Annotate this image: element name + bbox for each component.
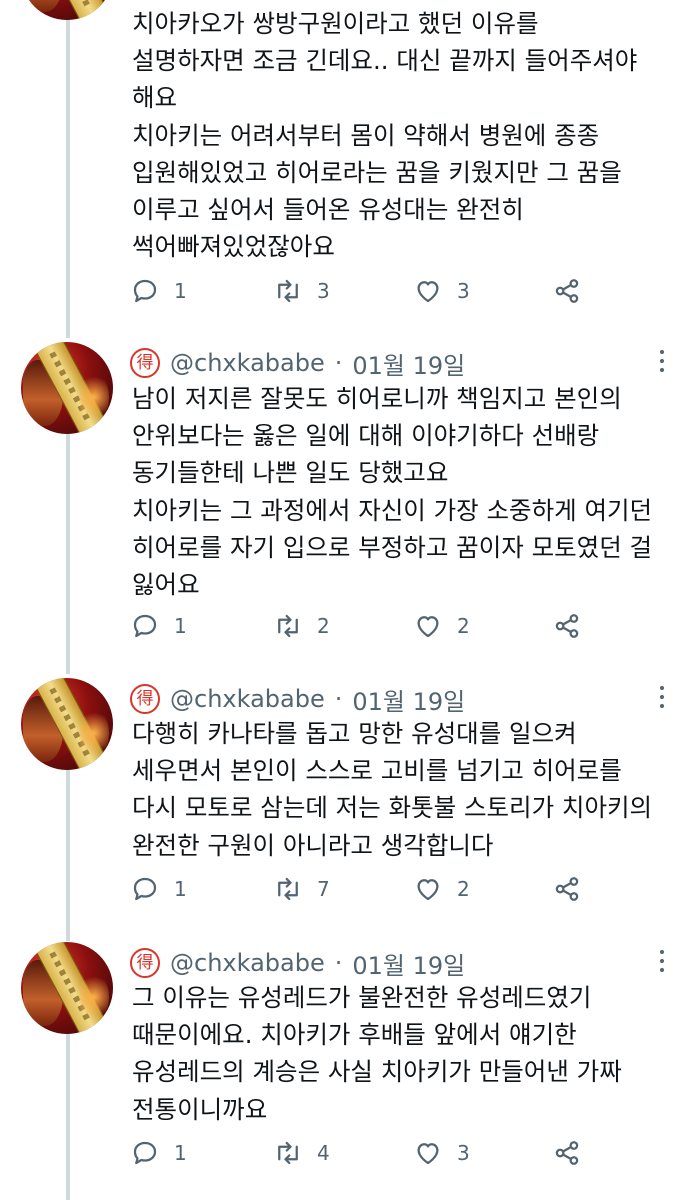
share-nodes-icon [555,877,579,901]
like-button[interactable]: 2 [413,871,470,907]
share-button[interactable] [552,871,582,907]
tweet-line: 세우면서 본인이 스스로 고비를 넘기고 히어로를 [132,756,622,786]
tweet-actions: 1 3 3 [130,273,600,309]
reply-button[interactable]: 1 [130,608,187,644]
retweet-arrows-icon [278,614,298,638]
retweet-arrows-icon [278,877,298,901]
share-nodes-icon [555,279,579,303]
share-button[interactable] [552,608,582,644]
tweet-line: 설명하자면 조금 긴데요.. 대신 끝까지 들어주셔야 [132,46,638,76]
tweet-line: 치아키는 어려서부터 몸이 약해서 병원에 종종 [132,120,600,150]
retweet-count: 4 [317,1141,330,1165]
like-count: 3 [457,279,470,303]
share-nodes-icon [555,614,579,638]
user-handle[interactable]: @chxkababe [170,949,325,977]
tweet-line: 히어로를 자기 입으로 부정하고 꿈이자 모토였던 걸 [132,532,653,562]
separator: · [334,949,343,977]
user-handle[interactable]: @chxkababe [170,685,325,713]
retweet-button[interactable]: 3 [273,273,330,309]
tweet-line: 완전한 구원이 아니라고 생각합니다 [132,830,494,860]
tweet-header: 得 @chxkababe · 01월 19일 [130,345,465,381]
reply-count: 1 [174,279,187,303]
like-count: 3 [457,1141,470,1165]
tweet-text: 그 이유는 유성레드가 불완전한 유성레드였기 때문이에요. 치아키가 후배들 … [132,979,682,1128]
tweet-date[interactable]: 01월 19일 [352,346,465,381]
tweet-line: 전통이니까요 [132,1094,268,1124]
more-dots-icon[interactable] [659,350,665,372]
like-button[interactable]: 3 [413,273,470,309]
retweet-arrows-icon [278,279,298,303]
tweet-actions: 1 2 2 [130,608,600,644]
tweet-line: 동기들한테 나쁜 일도 당했고요 [132,458,449,488]
reply-bubble-icon [133,877,157,901]
tweet-date[interactable]: 01월 19일 [352,682,465,717]
red-seal-badge-icon: 得 [130,948,160,978]
tweet-date[interactable]: 01월 19일 [352,946,465,981]
like-count: 2 [457,614,470,638]
avatar[interactable] [21,678,113,770]
retweet-button[interactable]: 4 [273,1135,330,1171]
tweet-line: 안위보다는 옳은 일에 대해 이야기하다 선배랑 [132,421,600,451]
share-nodes-icon [555,1141,579,1165]
tweet-line: 입원해있었고 히어로라는 꿈을 키웠지만 그 꿈을 [132,157,622,187]
reply-bubble-icon [133,614,157,638]
thread-line [66,1012,70,1200]
retweet-count: 7 [317,877,330,901]
retweet-arrows-icon [278,1141,298,1165]
thread-line [66,0,70,338]
red-seal-badge-icon: 得 [130,684,160,714]
heart-outline-icon [417,1143,439,1165]
tweet-line: 치아카오가 쌍방구원이라고 했던 이유를 [132,9,539,38]
reply-bubble-icon [133,1141,157,1165]
reply-count: 1 [174,614,187,638]
like-button[interactable]: 3 [413,1135,470,1171]
like-count: 2 [457,877,470,901]
tweet-line: 그 이유는 유성레드가 불완전한 유성레드였기 [132,983,592,1012]
avatar[interactable] [21,0,113,20]
like-button[interactable]: 2 [413,608,470,644]
thread-line [66,749,70,941]
tweet-line: 남이 저지른 잘못도 히어로니까 책임지고 본인의 [132,384,622,413]
user-handle[interactable]: @chxkababe [170,349,325,377]
thread-line [66,412,70,674]
tweet-line: 다시 모토로 삼는데 저는 화톳불 스토리가 치아키의 [132,793,653,823]
reply-button[interactable]: 1 [130,871,187,907]
retweet-button[interactable]: 2 [273,608,330,644]
tweet-line: 해요 [132,83,178,113]
tweet-text: 치아카오가 쌍방구원이라고 했던 이유를 설명하자면 조금 긴데요.. 대신 끝… [132,5,682,265]
red-seal-badge-icon: 得 [130,348,160,378]
tweet-line: 때문이에요. 치아키가 후배들 앞에서 얘기한 [132,1020,577,1050]
tweet-header: 得 @chxkababe · 01월 19일 [130,681,465,717]
retweet-count: 3 [317,279,330,303]
avatar[interactable] [21,942,113,1034]
avatar[interactable] [21,342,113,434]
reply-button[interactable]: 1 [130,273,187,309]
more-dots-icon[interactable] [659,686,665,708]
tweet-line: 썩어빠져있었잖아요 [132,232,335,262]
reply-count: 1 [174,877,187,901]
tweet-text: 남이 저지른 잘못도 히어로니까 책임지고 본인의 안위보다는 옳은 일에 대해… [132,380,682,603]
separator: · [334,685,343,713]
share-button[interactable] [552,273,582,309]
tweet-line: 이루고 싶어서 들어온 유성대는 완전히 [132,194,524,224]
heart-outline-icon [417,281,439,303]
tweet-line: 잃어요 [132,569,200,599]
tweet-text: 다행히 카나타를 돕고 망한 유성대를 일으켜 세우면서 본인이 스스로 고비를… [132,715,682,864]
tweet-line: 치아키는 그 과정에서 자신이 가장 소중하게 여기던 [132,495,653,525]
more-dots-icon[interactable] [659,950,665,972]
share-button[interactable] [552,1135,582,1171]
retweet-button[interactable]: 7 [273,871,330,907]
reply-bubble-icon [133,279,157,303]
tweet-header: 得 @chxkababe · 01월 19일 [130,945,465,981]
tweet-line: 다행히 카나타를 돕고 망한 유성대를 일으켜 [132,719,577,748]
heart-outline-icon [417,879,439,901]
reply-count: 1 [174,1141,187,1165]
retweet-count: 2 [317,614,330,638]
tweet-actions: 1 7 2 [130,871,600,907]
tweet-line: 유성레드의 계승은 사실 치아키가 만들어낸 가짜 [132,1057,622,1087]
heart-outline-icon [417,616,439,638]
separator: · [334,349,343,377]
reply-button[interactable]: 1 [130,1135,187,1171]
tweet-actions: 1 4 3 [130,1135,600,1171]
